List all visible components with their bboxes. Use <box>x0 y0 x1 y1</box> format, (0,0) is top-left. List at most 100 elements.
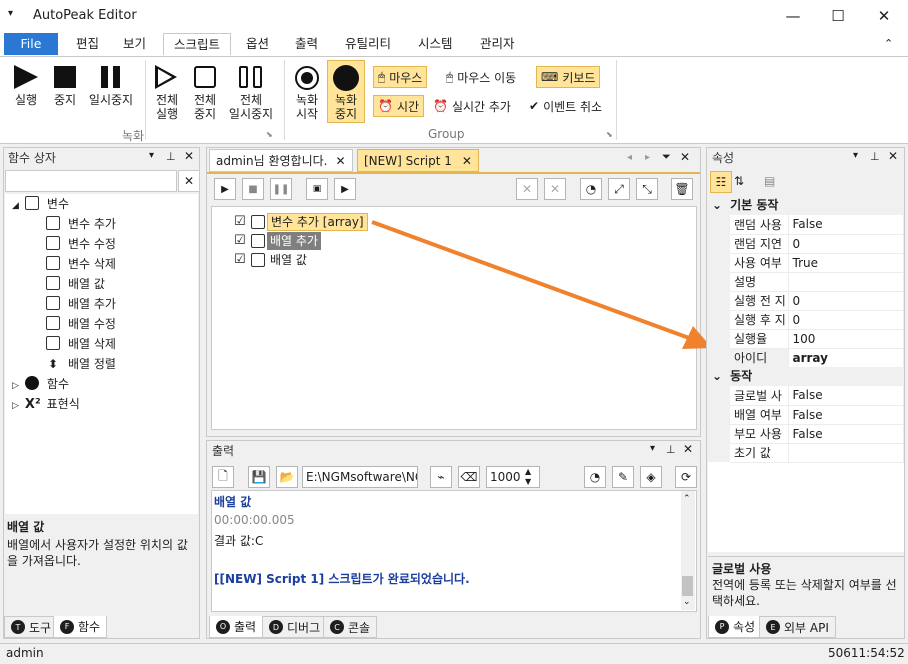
property-value[interactable]: False <box>788 405 904 425</box>
menu-utility[interactable]: 유틸리티 <box>335 33 401 55</box>
disabled-button-1[interactable]: ✕ <box>516 178 538 200</box>
time-toggle[interactable]: ⏰ 시간 <box>373 95 425 117</box>
property-value[interactable]: 0 <box>788 310 904 330</box>
property-row[interactable]: 배열 여부 False <box>708 405 904 425</box>
clear-search-button[interactable]: ✕ <box>178 170 200 192</box>
spin-icon[interactable]: ▲ ▼ <box>525 467 531 487</box>
group-launcher-icon[interactable]: ⬊ <box>266 130 273 139</box>
property-value[interactable]: False <box>788 424 904 444</box>
tree-item[interactable]: 배열 값 <box>46 274 105 294</box>
stop-button[interactable]: 중지 <box>49 93 81 107</box>
tree-item[interactable]: 변수 추가 <box>46 214 116 234</box>
editor-close-icon[interactable]: ✕ <box>680 150 690 164</box>
checkbox[interactable]: ☑ <box>234 233 246 248</box>
editor-pause-button[interactable]: ❚❚ <box>270 178 292 200</box>
pause-button[interactable]: 일시중지 <box>86 93 136 107</box>
color-button[interactable]: ✎ <box>612 466 634 488</box>
scroll-left-icon[interactable]: ◂ <box>627 152 632 163</box>
property-row[interactable]: 글로벌 사 False <box>708 386 904 406</box>
run-all-button[interactable]: 전체 실행 <box>150 93 184 121</box>
log-count-input[interactable]: 1000 <box>486 466 540 488</box>
new-log-button[interactable]: 🗋 <box>212 466 234 488</box>
script-item[interactable]: 배열 추가 <box>267 232 321 250</box>
pause-all-icon[interactable] <box>239 66 248 88</box>
tree-node-functions[interactable]: ▷ 함수 <box>12 374 69 396</box>
pin-icon[interactable]: ⊥ <box>166 150 176 163</box>
tree-item[interactable]: 배열 삭제 <box>46 334 116 354</box>
tree-item[interactable]: 변수 삭제 <box>46 254 116 274</box>
property-value[interactable]: False <box>788 215 904 235</box>
tab-script1[interactable]: [NEW] Script 1 ✕ <box>357 149 479 172</box>
scroll-thumb[interactable] <box>682 576 693 596</box>
group2-launcher-icon[interactable]: ⬊ <box>606 130 613 139</box>
log-path-input[interactable]: E:\NGMsoftware\NG <box>302 466 418 488</box>
property-row[interactable]: 랜덤 지연 0 <box>708 234 904 254</box>
property-row-selected[interactable]: 아이디 array <box>708 348 904 368</box>
tab-console[interactable]: C 콘솔 <box>323 616 378 638</box>
tree-item[interactable]: 배열 수정 <box>46 314 116 334</box>
editor-stop-button[interactable]: ■ <box>242 178 264 200</box>
collapse-ribbon-icon[interactable]: ⌃ <box>884 37 893 50</box>
panel-dropdown-icon[interactable]: ▾ <box>149 150 154 161</box>
tree-item[interactable]: 변수 수정 <box>46 234 116 254</box>
menu-output[interactable]: 출력 <box>285 33 328 55</box>
clock-button[interactable]: ◔ <box>580 178 602 200</box>
property-value[interactable]: 100 <box>788 329 904 349</box>
checkbox[interactable]: ☑ <box>234 214 246 229</box>
property-row[interactable]: 초기 값 <box>708 443 904 463</box>
collapse-button[interactable]: ⤡ <box>636 178 658 200</box>
property-row[interactable]: 실행 전 지0 <box>708 291 904 311</box>
menu-view[interactable]: 보기 <box>113 33 156 55</box>
quick-access-icon[interactable]: ▾ <box>8 8 13 19</box>
stop-all-icon[interactable] <box>194 66 216 88</box>
menu-script[interactable]: 스크립트 <box>163 33 232 55</box>
panel-close-icon[interactable]: ✕ <box>683 442 693 456</box>
property-row[interactable]: 설명 <box>708 272 904 292</box>
tree-node-expressions[interactable]: ▷ X² 표현식 <box>12 394 80 416</box>
checkbox[interactable]: ☑ <box>234 252 246 267</box>
property-value[interactable]: False <box>788 386 904 406</box>
property-row[interactable]: 랜덤 사용 False <box>708 215 904 235</box>
file-menu[interactable]: File <box>4 33 58 55</box>
menu-admin[interactable]: 관리자 <box>470 33 525 55</box>
property-value[interactable]: array <box>788 348 904 368</box>
category-action[interactable]: ⌄ 동작 <box>708 367 904 386</box>
panel-dropdown-icon[interactable]: ▾ <box>650 443 655 454</box>
property-value[interactable]: True <box>788 253 904 273</box>
realtime-add-toggle[interactable]: ⏰ 실시간 추가 <box>429 95 515 117</box>
property-pages-button[interactable]: ▤ <box>764 174 775 188</box>
tab-properties[interactable]: P 속성 <box>708 616 763 638</box>
record-start-button[interactable]: 녹화 시작 <box>291 93 323 121</box>
script-item[interactable]: 배열 값 <box>270 251 307 269</box>
menu-options[interactable]: 옵션 <box>236 33 279 55</box>
maximize-button[interactable]: ☐ <box>815 0 861 32</box>
function-search-input[interactable] <box>5 170 177 192</box>
property-value[interactable] <box>788 272 904 292</box>
alphabetical-button[interactable]: ⇅ <box>734 174 744 188</box>
tab-functions[interactable]: F 함수 <box>53 616 108 638</box>
pause-all-button[interactable]: 전체 일시중지 <box>225 93 277 121</box>
tab-external-api[interactable]: E 외부 API <box>759 616 836 638</box>
panel-dropdown-icon[interactable]: ▾ <box>853 150 858 161</box>
tree-node-variables[interactable]: ◢ 변수 <box>12 194 69 216</box>
tab-close-icon[interactable]: ✕ <box>462 154 472 168</box>
mouse-toggle[interactable]: 🖱 마우스 <box>373 66 428 88</box>
property-row[interactable]: 실행율 100 <box>708 329 904 349</box>
refresh-button[interactable]: ⟳ <box>675 466 697 488</box>
fill-button[interactable]: ◈ <box>640 466 662 488</box>
panel-close-icon[interactable]: ✕ <box>184 149 194 163</box>
stop-icon[interactable] <box>54 66 76 88</box>
editor-run-button[interactable]: ▶ <box>214 178 236 200</box>
save-log-button[interactable]: 💾 <box>248 466 270 488</box>
play-icon[interactable] <box>14 65 38 89</box>
pin-icon[interactable]: ⊥ <box>870 150 880 163</box>
mouse-move-toggle[interactable]: 🖱 마우스 이동 <box>442 66 520 88</box>
run-button[interactable]: 실행 <box>10 93 42 107</box>
delete-button[interactable]: 🗑 <box>671 178 693 200</box>
disabled-button-2[interactable]: ✕ <box>544 178 566 200</box>
menu-edit[interactable]: 편집 <box>66 33 109 55</box>
tab-welcome[interactable]: admin님 환영합니다. ✕ <box>209 149 353 172</box>
property-row[interactable]: 부모 사용 False <box>708 424 904 444</box>
category-basic[interactable]: ⌄ 기본 동작 <box>708 196 904 215</box>
scroll-up-icon[interactable]: ⌃ <box>683 494 691 504</box>
